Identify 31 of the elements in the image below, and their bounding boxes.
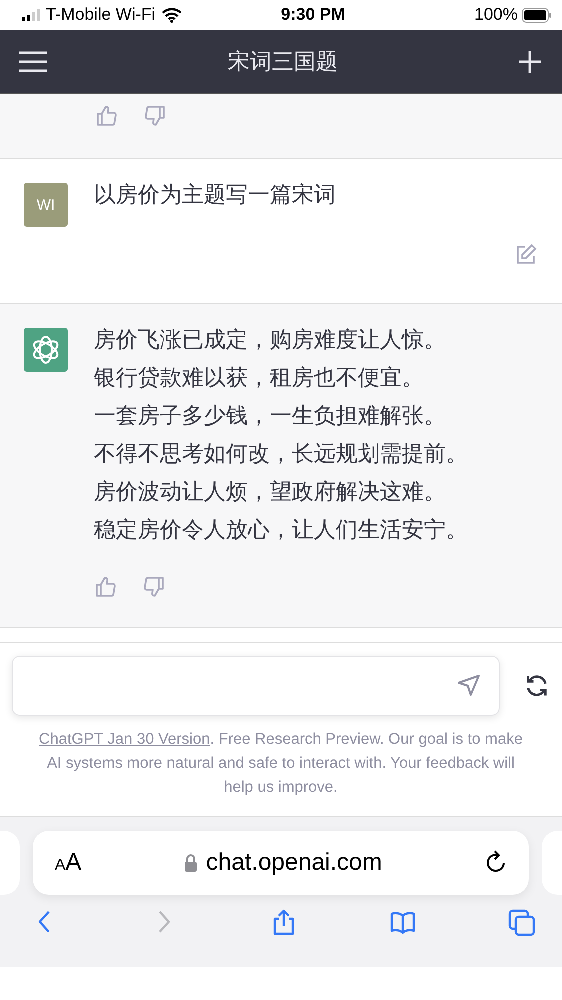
thumbs-down-icon[interactable] — [142, 575, 166, 599]
message-line: 不得不思考如何改，长远规划需提前。 — [94, 440, 469, 468]
send-icon[interactable] — [457, 674, 481, 698]
carrier-label: T-Mobile Wi-Fi — [46, 5, 156, 25]
menu-icon[interactable] — [18, 50, 48, 72]
edit-icon[interactable] — [514, 243, 538, 267]
disclaimer-text: ChatGPT Jan 30 Version. Free Research Preview. Our goal is to make AI systems more natural and safe to interact with. Your feedback will help us improve. — [38, 730, 524, 798]
wifi-icon — [162, 8, 182, 22]
message-input[interactable] — [12, 656, 500, 716]
message-line: 银行贷款难以获，租房也不便宜。 — [94, 364, 425, 392]
clock: 9:30 PM — [280, 5, 346, 25]
regenerate-icon[interactable] — [524, 673, 550, 699]
user-avatar: WI — [24, 183, 68, 227]
text-size-button[interactable]: AA — [55, 849, 82, 877]
message-line: 房价波动让人烦，望政府解决这难。 — [94, 478, 447, 506]
battery-percent: 100% — [474, 5, 518, 25]
thumbs-down-icon[interactable] — [143, 104, 167, 128]
tabs-icon[interactable] — [508, 909, 536, 937]
url-text[interactable]: chat.openai.com — [206, 849, 382, 877]
message-line: 一套房子多少钱，一生负担难解张。 — [94, 402, 447, 430]
thumbs-up-icon[interactable] — [95, 104, 119, 128]
assistant-logo-icon — [24, 328, 68, 372]
message-line: 稳定房价令人放心，让人们生活安宁。 — [94, 516, 469, 544]
message-line: 以房价为主题写一篇宋词 — [94, 181, 337, 209]
signal-icon — [22, 9, 40, 21]
battery-icon — [522, 8, 552, 22]
chat-title: 宋词三国题 — [228, 48, 338, 76]
add-icon[interactable] — [518, 50, 542, 74]
thumbs-up-icon[interactable] — [94, 575, 118, 599]
lock-icon — [184, 854, 198, 872]
message-line: 房价飞涨已成定，购房难度让人惊。 — [94, 326, 447, 354]
